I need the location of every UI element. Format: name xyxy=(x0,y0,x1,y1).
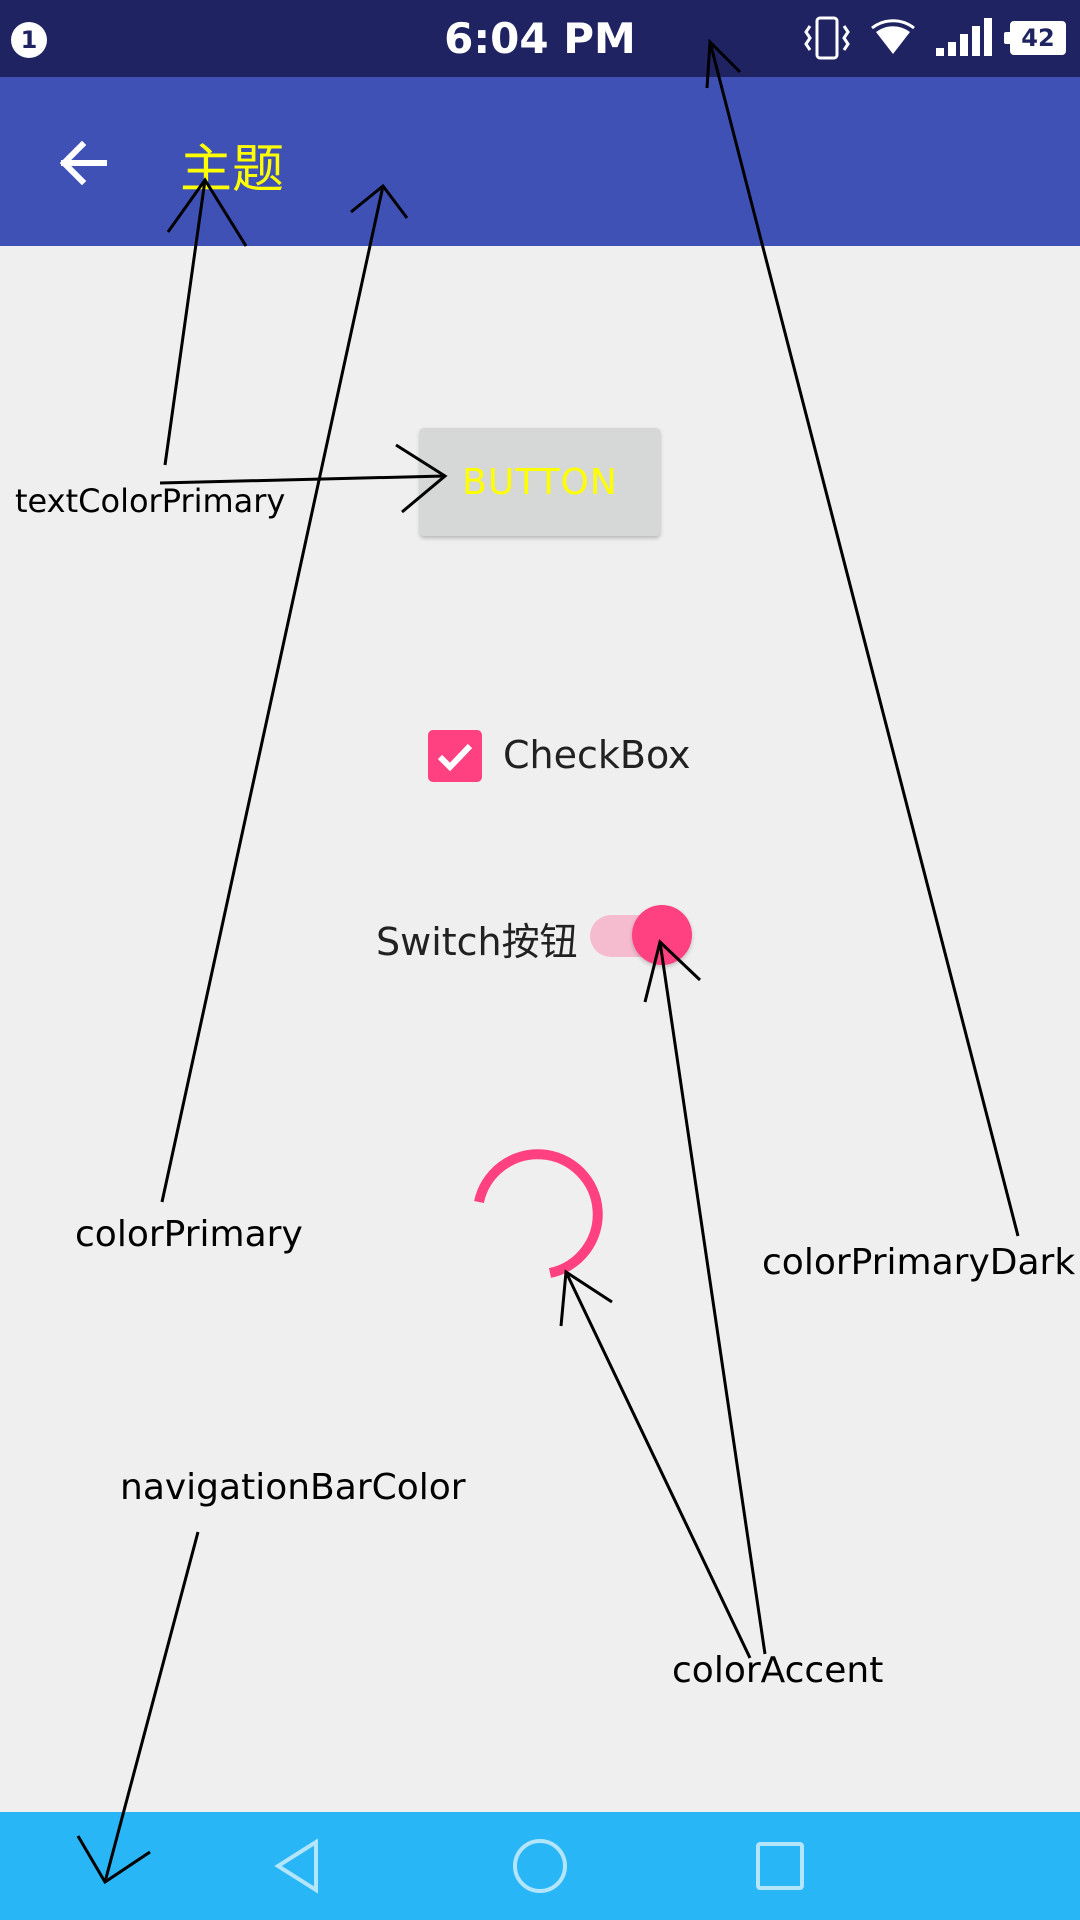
back-triangle-icon[interactable] xyxy=(270,1836,330,1896)
arrowhead xyxy=(559,1269,613,1327)
arrow-color-accent-to-progress xyxy=(564,1271,752,1659)
arrow-left-icon[interactable] xyxy=(50,129,118,197)
status-icons: 42 xyxy=(802,16,1066,60)
navigation-bar xyxy=(0,1812,1080,1920)
status-bar: 1 6:04 PM 42 xyxy=(0,0,1080,77)
checkmark-icon xyxy=(437,743,473,772)
battery-icon: 42 xyxy=(1004,21,1066,55)
recents-square-icon[interactable] xyxy=(750,1836,810,1896)
signal-icon xyxy=(936,18,992,56)
annotation-color-accent: colorAccent xyxy=(672,1650,884,1691)
switch-thumb[interactable] xyxy=(632,905,692,965)
vibrate-icon xyxy=(804,16,850,60)
arrow-color-primary xyxy=(160,185,385,1203)
annotation-text-color-primary: textColorPrimary xyxy=(15,482,286,520)
switch-label: Switch按钮 xyxy=(376,920,578,964)
primary-button[interactable]: BUTTON xyxy=(420,428,660,536)
annotation-color-primary: colorPrimary xyxy=(75,1214,303,1255)
checkbox[interactable] xyxy=(428,730,482,782)
progress-spinner xyxy=(474,1149,603,1278)
page-title: 主题 xyxy=(180,140,285,200)
arrow-color-accent-to-switch xyxy=(658,941,767,1655)
checkbox-label[interactable]: CheckBox xyxy=(503,733,691,777)
wifi-icon xyxy=(871,19,915,54)
annotation-navigation-bar-color: navigationBarColor xyxy=(120,1467,466,1508)
home-circle-icon[interactable] xyxy=(510,1836,570,1896)
annotation-color-primary-dark: colorPrimaryDark xyxy=(762,1242,1076,1283)
app-bar: 主题 xyxy=(0,77,1080,246)
